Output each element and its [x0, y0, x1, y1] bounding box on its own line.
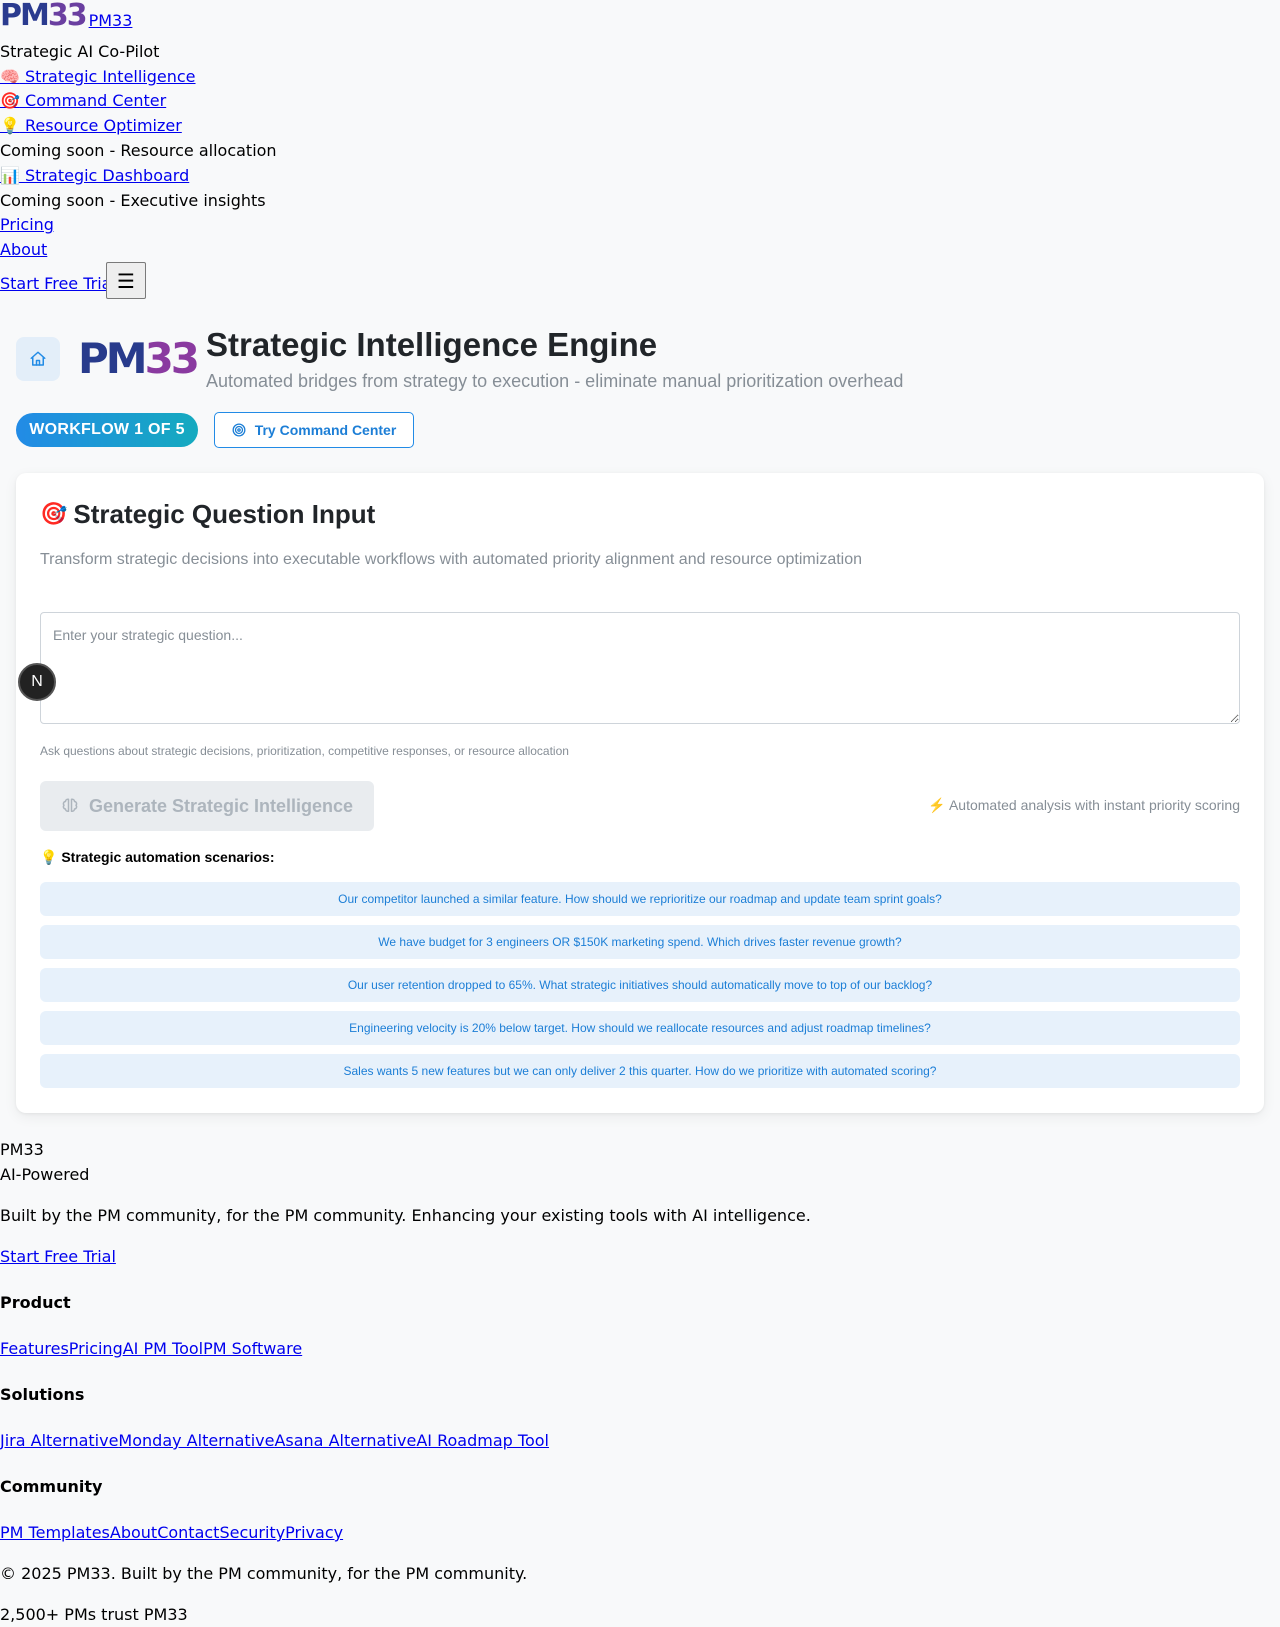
lightning-icon: ⚡ [928, 797, 946, 813]
card-title-text: Strategic Question Input [73, 499, 376, 529]
pm33-brand-logo[interactable]: PM33 [78, 336, 200, 382]
brand-link[interactable]: PM33 [89, 11, 133, 30]
footer-link-about[interactable]: About [110, 1523, 157, 1542]
footer-link-jira-alternative[interactable]: Jira Alternative [0, 1431, 118, 1450]
menu-toggle-button[interactable]: ☰ [106, 262, 146, 299]
footer-link-pm-templates[interactable]: PM Templates [0, 1523, 110, 1542]
nav-link-strategic-intelligence[interactable]: 🧠 Strategic Intelligence [0, 67, 196, 86]
footer-link-pm-software[interactable]: PM Software [203, 1339, 302, 1358]
nav-link-about[interactable]: About [0, 240, 47, 259]
footer-product-heading: Product [0, 1293, 71, 1312]
brain-icon [62, 798, 78, 812]
footer-link-contact[interactable]: Contact [157, 1523, 219, 1542]
strategic-question-card: 🎯 Strategic Question Input Transform str… [16, 473, 1264, 1113]
nav-logo-row: PM33 PM33 [0, 1, 133, 31]
generate-intelligence-button[interactable]: Generate Strategic Intelligence [40, 781, 374, 831]
footer-solutions-links: Jira AlternativeMonday AlternativeAsana … [0, 1431, 549, 1450]
scenarios-heading: 💡 Strategic automation scenarios: [40, 849, 275, 866]
input-hint: Ask questions about strategic decisions,… [40, 744, 569, 758]
home-icon [30, 351, 46, 366]
scenario-list: Our competitor launched a similar featur… [40, 882, 1240, 1097]
footer-brand: PM33 [0, 1140, 44, 1159]
footer-product-links: FeaturesPricingAI PM ToolPM Software [0, 1339, 302, 1358]
footer-community-links: PM TemplatesAboutContactSecurityPrivacy [0, 1523, 343, 1542]
hamburger-icon: ☰ [117, 268, 135, 293]
footer-link-pricing[interactable]: Pricing [69, 1339, 123, 1358]
footer-community-heading: Community [0, 1477, 103, 1496]
strategic-question-input[interactable] [40, 612, 1240, 724]
footer-trust: 2,500+ PMs trust PM33 [0, 1605, 188, 1624]
card-title: 🎯 Strategic Question Input [40, 499, 375, 530]
scenario-button[interactable]: Our user retention dropped to 65%. What … [40, 968, 1240, 1002]
footer-start-trial-link[interactable]: Start Free Trial [0, 1247, 116, 1266]
try-command-center-label: Try Command Center [254, 422, 397, 438]
lightbulb-icon: 💡 [40, 850, 58, 866]
nav-link-strategic-dashboard[interactable]: 📊 Strategic Dashboard [0, 166, 189, 185]
automation-note: ⚡ Automated analysis with instant priori… [928, 797, 1240, 814]
footer-solutions-heading: Solutions [0, 1385, 85, 1404]
footer-link-monday-alternative[interactable]: Monday Alternative [118, 1431, 274, 1450]
target-icon [232, 423, 246, 437]
nav-tagline: Strategic AI Co-Pilot [0, 42, 160, 61]
nav-note-resource-optimizer: Coming soon - Resource allocation [0, 141, 277, 160]
nav-link-pricing[interactable]: Pricing [0, 215, 54, 234]
automation-note-text: Automated analysis with instant priority… [948, 797, 1240, 813]
footer-brand-sub: AI-Powered [0, 1165, 90, 1184]
pm33-logo[interactable]: PM33 [0, 1, 88, 31]
footer-link-privacy[interactable]: Privacy [285, 1523, 343, 1542]
footer-link-ai-pm-tool[interactable]: AI PM Tool [123, 1339, 203, 1358]
scenario-button[interactable]: Our competitor launched a similar featur… [40, 882, 1240, 916]
target-icon: 🎯 [40, 502, 68, 527]
lightbulb-icon: 💡 [0, 116, 20, 135]
page-subtitle: Automated bridges from strategy to execu… [206, 371, 904, 391]
target-icon: 🎯 [0, 91, 20, 110]
dev-tools-badge[interactable]: N [18, 663, 56, 701]
try-command-center-button[interactable]: Try Command Center [214, 412, 414, 448]
scenario-button[interactable]: Engineering velocity is 20% below target… [40, 1011, 1240, 1045]
home-button[interactable] [16, 337, 60, 381]
workflow-badge: WORKFLOW 1 OF 5 [16, 413, 198, 447]
footer-blurb: Built by the PM community, for the PM co… [0, 1206, 811, 1225]
nav-note-strategic-dashboard: Coming soon - Executive insights [0, 191, 266, 210]
nav-link-command-center[interactable]: 🎯 Command Center [0, 91, 166, 110]
footer-link-asana-alternative[interactable]: Asana Alternative [274, 1431, 416, 1450]
footer-link-features[interactable]: Features [0, 1339, 69, 1358]
footer-link-security[interactable]: Security [219, 1523, 285, 1542]
page-title: Strategic Intelligence Engine [206, 326, 658, 363]
footer-link-ai-roadmap-tool[interactable]: AI Roadmap Tool [416, 1431, 549, 1450]
card-description: Transform strategic decisions into execu… [40, 551, 863, 568]
nav-link-resource-optimizer[interactable]: 💡 Resource Optimizer [0, 116, 182, 135]
brain-icon: 🧠 [0, 67, 20, 86]
bar-chart-icon: 📊 [0, 166, 20, 185]
scenario-button[interactable]: We have budget for 3 engineers OR $150K … [40, 925, 1240, 959]
scenario-button[interactable]: Sales wants 5 new features but we can on… [40, 1054, 1240, 1088]
nav-start-trial-link[interactable]: Start Free Trial [0, 274, 116, 293]
generate-button-label: Generate Strategic Intelligence [88, 795, 354, 816]
footer-copyright: © 2025 PM33. Built by the PM community, … [0, 1564, 528, 1583]
